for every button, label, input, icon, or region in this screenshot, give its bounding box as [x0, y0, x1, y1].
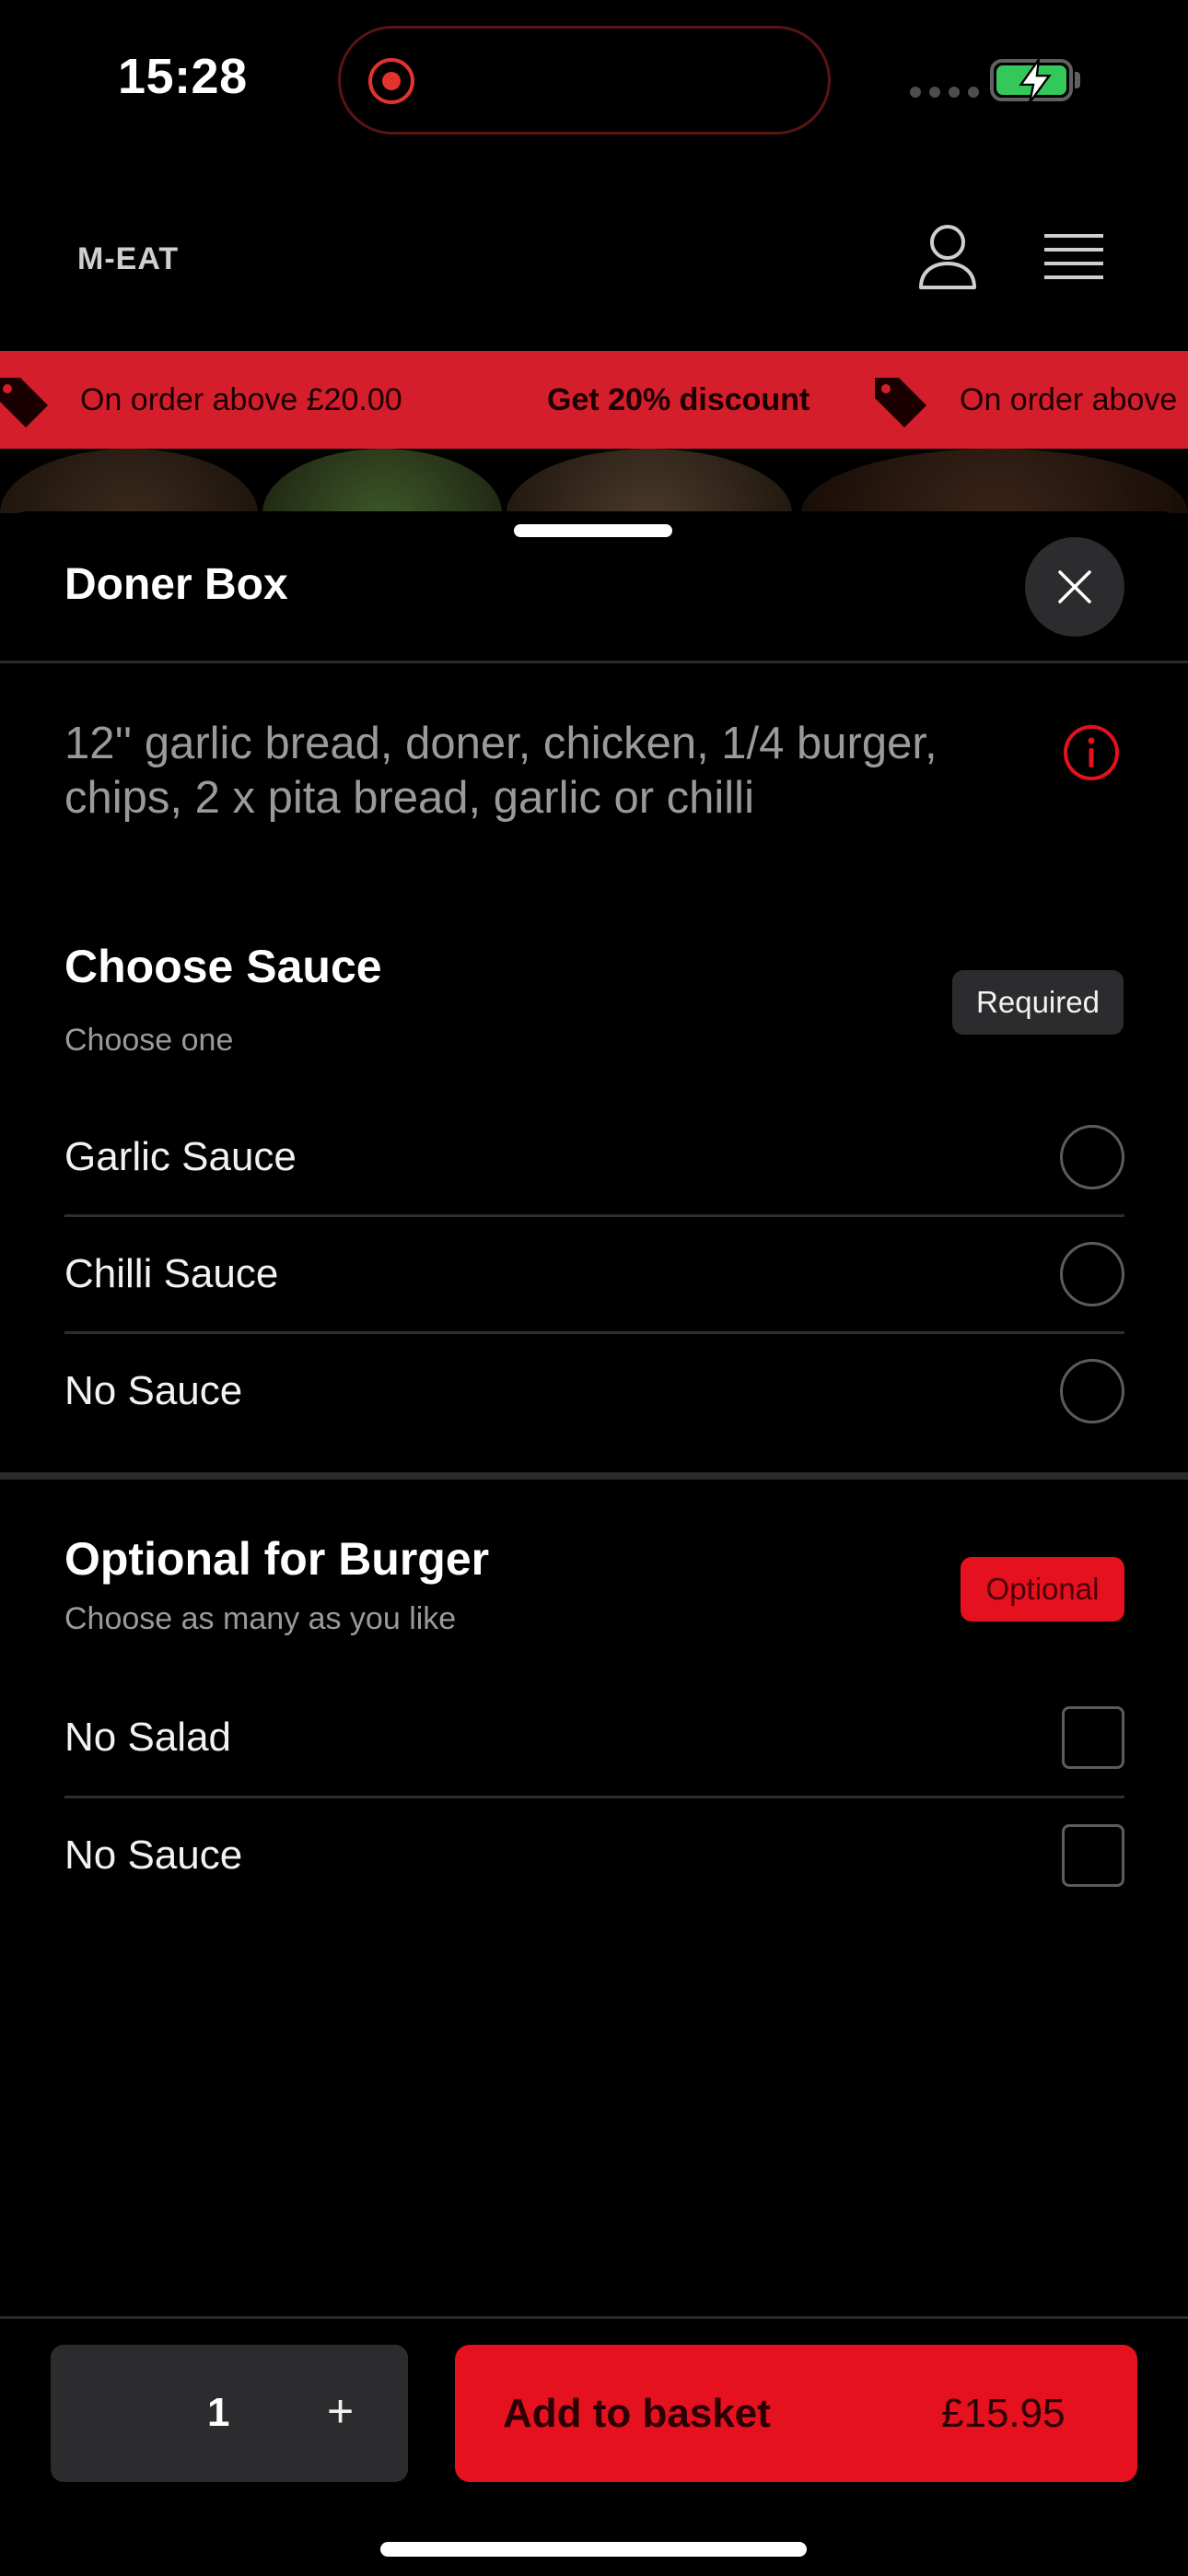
brand-logo[interactable]: M-EAT — [77, 241, 179, 277]
header-divider — [0, 661, 1188, 663]
screen-recording-icon — [368, 58, 414, 104]
food-image-strip — [0, 449, 1188, 513]
status-time: 15:28 — [118, 49, 248, 104]
promo-discount: Get 20% discount — [547, 381, 810, 417]
option-label: No Sauce — [64, 1367, 243, 1413]
option-label: No Salad — [64, 1714, 232, 1760]
battery-cap — [1075, 72, 1080, 88]
section-title-sauce: Choose Sauce — [64, 941, 382, 992]
signal-icon — [910, 87, 979, 98]
menu-icon[interactable] — [1044, 232, 1103, 284]
item-description: 12'' garlic bread, doner, chicken, 1/4 b… — [64, 719, 938, 823]
info-icon[interactable] — [1062, 723, 1121, 782]
food-image — [0, 449, 258, 513]
food-image — [507, 449, 792, 513]
total-price: £15.95 — [941, 2391, 1066, 2436]
section-divider — [0, 1472, 1188, 1480]
close-button[interactable] — [1025, 537, 1124, 637]
promo-text: On order above £20.00 — [80, 381, 402, 417]
radio-button[interactable] — [1060, 1124, 1124, 1189]
charging-bolt-icon — [1019, 58, 1052, 103]
sheet-grabber[interactable] — [514, 524, 672, 537]
tag-icon — [0, 378, 48, 427]
option-label: Chilli Sauce — [64, 1250, 279, 1296]
food-image — [801, 449, 1188, 513]
option-no-sauce-burger[interactable]: No Sauce — [64, 1797, 1124, 1914]
promo-text: On order above — [960, 381, 1178, 417]
section-subtitle-burger: Choose as many as you like — [64, 1601, 457, 1636]
option-label: No Sauce — [64, 1832, 243, 1878]
bottom-bar-divider — [0, 2316, 1188, 2319]
option-no-salad[interactable]: No Salad — [64, 1679, 1124, 1796]
option-chilli-sauce[interactable]: Chilli Sauce — [64, 1215, 1124, 1332]
quantity-value: 1 — [207, 2390, 230, 2435]
option-no-sauce[interactable]: No Sauce — [64, 1332, 1124, 1449]
radio-button[interactable] — [1060, 1241, 1124, 1306]
item-title: Doner Box — [64, 560, 288, 609]
increment-button[interactable]: + — [327, 2384, 354, 2438]
tag-icon — [875, 378, 926, 427]
checkbox[interactable] — [1062, 1823, 1124, 1887]
option-label: Garlic Sauce — [64, 1133, 297, 1179]
home-indicator[interactable] — [380, 2542, 807, 2557]
promo-banner: On order above £20.00 Get 20% discount O… — [0, 351, 1188, 449]
section-subtitle-sauce: Choose one — [64, 1023, 234, 1058]
close-icon — [1058, 570, 1091, 603]
required-badge: Required — [952, 970, 1124, 1035]
option-garlic-sauce[interactable]: Garlic Sauce — [64, 1098, 1124, 1215]
checkbox[interactable] — [1062, 1705, 1124, 1769]
optional-badge: Optional — [961, 1557, 1124, 1622]
add-to-basket-label: Add to basket — [503, 2391, 771, 2436]
radio-button[interactable] — [1060, 1358, 1124, 1423]
section-title-burger: Optional for Burger — [64, 1533, 490, 1585]
food-image — [262, 449, 502, 513]
user-icon[interactable] — [917, 223, 978, 291]
